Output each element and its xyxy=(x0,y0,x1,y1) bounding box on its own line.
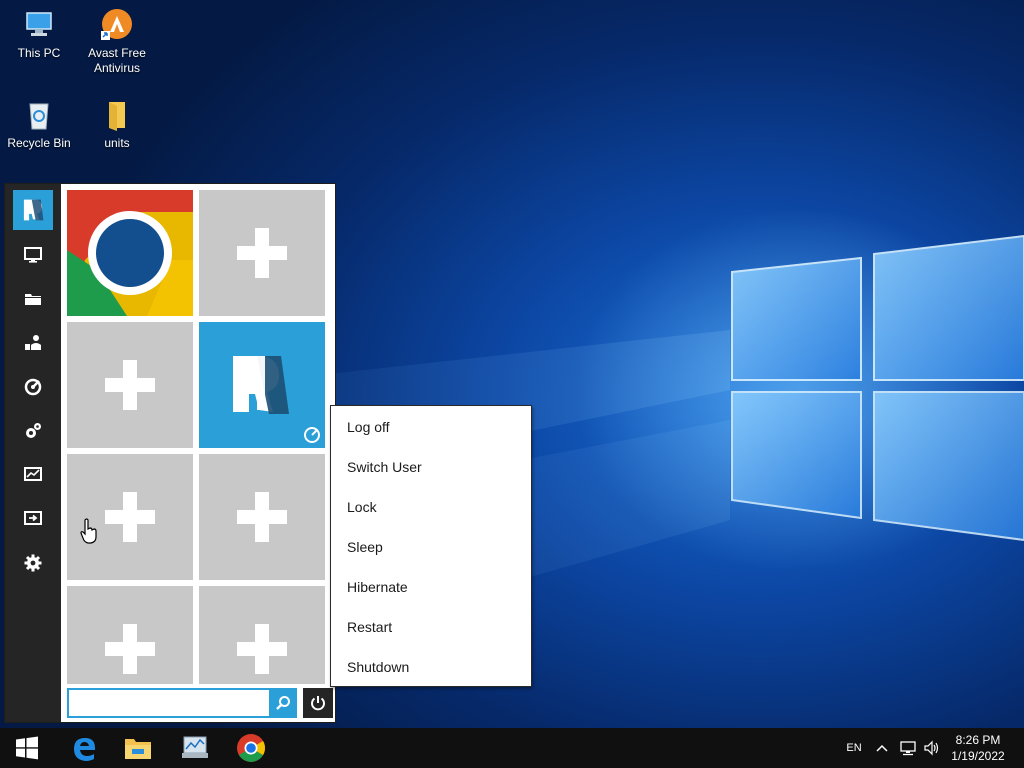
taskbar: EN 8:26 PM 1/19/2022 xyxy=(0,728,1024,768)
desktop-icon-label: units xyxy=(104,136,130,150)
tray-network-button[interactable] xyxy=(896,728,920,768)
desktop-icon-label: Avast Free Antivirus xyxy=(88,46,146,75)
resource-monitor-icon xyxy=(182,736,208,758)
app-logo-icon xyxy=(23,199,44,221)
tile-chrome[interactable] xyxy=(67,190,193,316)
user-icon xyxy=(25,335,41,350)
avast-icon xyxy=(100,8,134,42)
tile-add[interactable] xyxy=(67,586,193,684)
hand-cursor-icon xyxy=(80,518,97,544)
performance-icon xyxy=(24,467,42,481)
taskbar-resource-monitor[interactable] xyxy=(168,728,222,768)
clock-time: 8:26 PM xyxy=(955,733,1001,747)
launcher-search-row xyxy=(67,686,333,718)
this-pc-icon xyxy=(22,8,56,42)
network-icon xyxy=(900,741,916,756)
plus-icon xyxy=(105,624,155,674)
taskbar-file-explorer[interactable] xyxy=(111,728,165,768)
app-logo-icon xyxy=(233,356,289,414)
plus-icon xyxy=(237,228,287,278)
desktop-icon-label: Recycle Bin xyxy=(7,136,71,150)
search-box xyxy=(67,688,293,718)
taskbar-chrome[interactable] xyxy=(224,728,278,768)
volume-icon xyxy=(924,740,939,756)
tile-grid xyxy=(67,190,331,684)
plus-icon xyxy=(237,624,287,674)
search-input[interactable] xyxy=(71,691,275,717)
menu-item-sleep[interactable]: Sleep xyxy=(331,527,531,567)
start-windows-icon xyxy=(16,736,38,760)
chrome-icon xyxy=(237,734,265,762)
recycle-bin-icon xyxy=(22,98,56,132)
start-launcher xyxy=(5,184,335,722)
clock-date: 1/19/2022 xyxy=(951,749,1005,763)
chrome-icon xyxy=(67,190,193,316)
desktop-icon-this-pc[interactable]: This PC xyxy=(2,8,76,61)
menu-item-lock[interactable]: Lock xyxy=(331,487,531,527)
file-explorer-icon xyxy=(125,739,151,759)
rail-computer-button[interactable] xyxy=(12,236,54,274)
tile-add[interactable] xyxy=(199,190,325,316)
tile-app-logo[interactable] xyxy=(199,322,325,448)
power-button[interactable] xyxy=(303,688,333,718)
computer-icon xyxy=(24,247,42,263)
settings-gears-icon xyxy=(26,423,41,438)
desktop-icon-recycle-bin[interactable]: Recycle Bin xyxy=(2,98,76,151)
menu-item-switch-user[interactable]: Switch User xyxy=(331,447,531,487)
tile-add[interactable] xyxy=(67,322,193,448)
control-panel-icon xyxy=(304,427,320,443)
menu-item-shutdown[interactable]: Shutdown xyxy=(331,647,531,687)
menu-item-hibernate[interactable]: Hibernate xyxy=(331,567,531,607)
desktop-icon-units-folder[interactable]: units xyxy=(80,98,154,151)
rail-user-button[interactable] xyxy=(12,324,54,362)
power-menu: Log off Switch User Lock Sleep Hibernate… xyxy=(330,405,532,687)
menu-item-restart[interactable]: Restart xyxy=(331,607,531,647)
edge-icon xyxy=(74,738,95,761)
plus-icon xyxy=(237,492,287,542)
tray-overflow-button[interactable] xyxy=(872,728,892,768)
menu-item-log-off[interactable]: Log off xyxy=(331,407,531,447)
power-icon xyxy=(311,696,325,711)
tile-add[interactable] xyxy=(199,586,325,684)
plus-icon xyxy=(105,492,155,542)
plus-icon xyxy=(105,360,155,410)
chevron-up-icon xyxy=(876,744,888,752)
desktop-icon-label: This PC xyxy=(17,46,61,60)
rail-settings-gears-button[interactable] xyxy=(12,412,54,450)
settings-gear-icon xyxy=(24,554,42,572)
rail-app-logo-button[interactable] xyxy=(13,190,53,230)
tile-add[interactable] xyxy=(199,454,325,580)
rail-folder-button[interactable] xyxy=(12,280,54,318)
folder-icon xyxy=(25,294,41,305)
desktop-icon-avast[interactable]: Avast Free Antivirus xyxy=(80,8,154,76)
tray-volume-button[interactable] xyxy=(920,728,944,768)
language-indicator[interactable]: EN xyxy=(842,728,866,768)
launcher-side-rail xyxy=(5,184,61,722)
rail-control-panel-button[interactable] xyxy=(12,368,54,406)
start-button[interactable] xyxy=(0,728,54,768)
control-panel-icon xyxy=(24,378,42,396)
search-button[interactable] xyxy=(269,688,297,718)
rail-run-button[interactable] xyxy=(12,500,54,538)
run-icon xyxy=(24,511,42,525)
taskbar-edge[interactable] xyxy=(57,728,111,768)
search-icon xyxy=(276,696,290,710)
rail-settings-button[interactable] xyxy=(12,544,54,582)
clock[interactable]: 8:26 PM 1/19/2022 xyxy=(944,732,1012,764)
folder-icon xyxy=(100,98,134,132)
tile-add[interactable] xyxy=(67,454,193,580)
rail-performance-button[interactable] xyxy=(12,456,54,494)
